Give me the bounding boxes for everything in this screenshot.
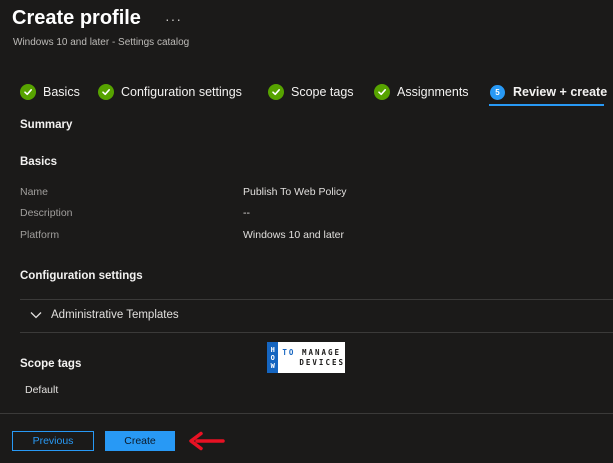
page-subtitle: Windows 10 and later - Settings catalog [13, 37, 190, 48]
scope-tags-heading: Scope tags [20, 358, 82, 370]
tab-label: Scope tags [291, 85, 354, 99]
create-button[interactable]: Create [105, 431, 175, 451]
arrow-left-icon [189, 431, 225, 451]
checkmark-circle-icon [98, 84, 114, 100]
more-options-button[interactable]: ··· [165, 11, 182, 27]
description-label: Description [20, 207, 73, 219]
logo-how-to-block: H O W [267, 342, 279, 373]
step-number-badge: 5 [490, 84, 505, 100]
summary-heading: Summary [20, 119, 73, 131]
name-value: Publish To Web Policy [243, 186, 347, 198]
divider [20, 332, 613, 333]
checkmark-circle-icon [268, 84, 284, 100]
tab-configuration-settings[interactable]: Configuration settings [98, 82, 242, 102]
page-title: Create profile [12, 7, 141, 29]
platform-label: Platform [20, 229, 60, 241]
howtomanagedevices-logo: H O W TO MANAGE DEVICES [267, 342, 345, 373]
tab-review-create[interactable]: 5 Review + create [490, 82, 607, 102]
name-label: Name [20, 186, 49, 198]
tab-label: Basics [43, 85, 80, 99]
basics-heading: Basics [20, 156, 58, 168]
tab-basics[interactable]: Basics [20, 82, 80, 102]
logo-letter: H [270, 345, 275, 354]
description-value: -- [243, 207, 250, 219]
logo-manage: MANAGE [301, 347, 342, 357]
tab-label: Assignments [397, 85, 469, 99]
logo-line-2: DEVICES [299, 357, 345, 367]
tab-scope-tags[interactable]: Scope tags [268, 82, 354, 102]
tab-label: Review + create [513, 85, 608, 99]
tab-label: Configuration settings [121, 85, 242, 99]
checkmark-circle-icon [374, 84, 390, 100]
expander-label: Administrative Templates [51, 309, 179, 321]
logo-text: TO MANAGE DEVICES [278, 348, 345, 368]
configuration-settings-heading: Configuration settings [20, 270, 143, 282]
checkmark-circle-icon [20, 84, 36, 100]
previous-button[interactable]: Previous [12, 431, 94, 451]
scope-tags-value: Default [25, 384, 59, 396]
administrative-templates-expander[interactable]: Administrative Templates [30, 309, 179, 321]
divider [20, 299, 613, 300]
platform-value: Windows 10 and later [243, 229, 344, 241]
logo-to: TO [282, 347, 296, 357]
logo-line-1: TO MANAGE [282, 348, 345, 358]
footer-divider [0, 413, 613, 414]
active-tab-indicator [489, 104, 604, 106]
logo-letter: O [270, 353, 275, 362]
chevron-down-icon [30, 311, 42, 319]
tab-assignments[interactable]: Assignments [374, 82, 469, 102]
logo-letter: W [270, 361, 275, 370]
